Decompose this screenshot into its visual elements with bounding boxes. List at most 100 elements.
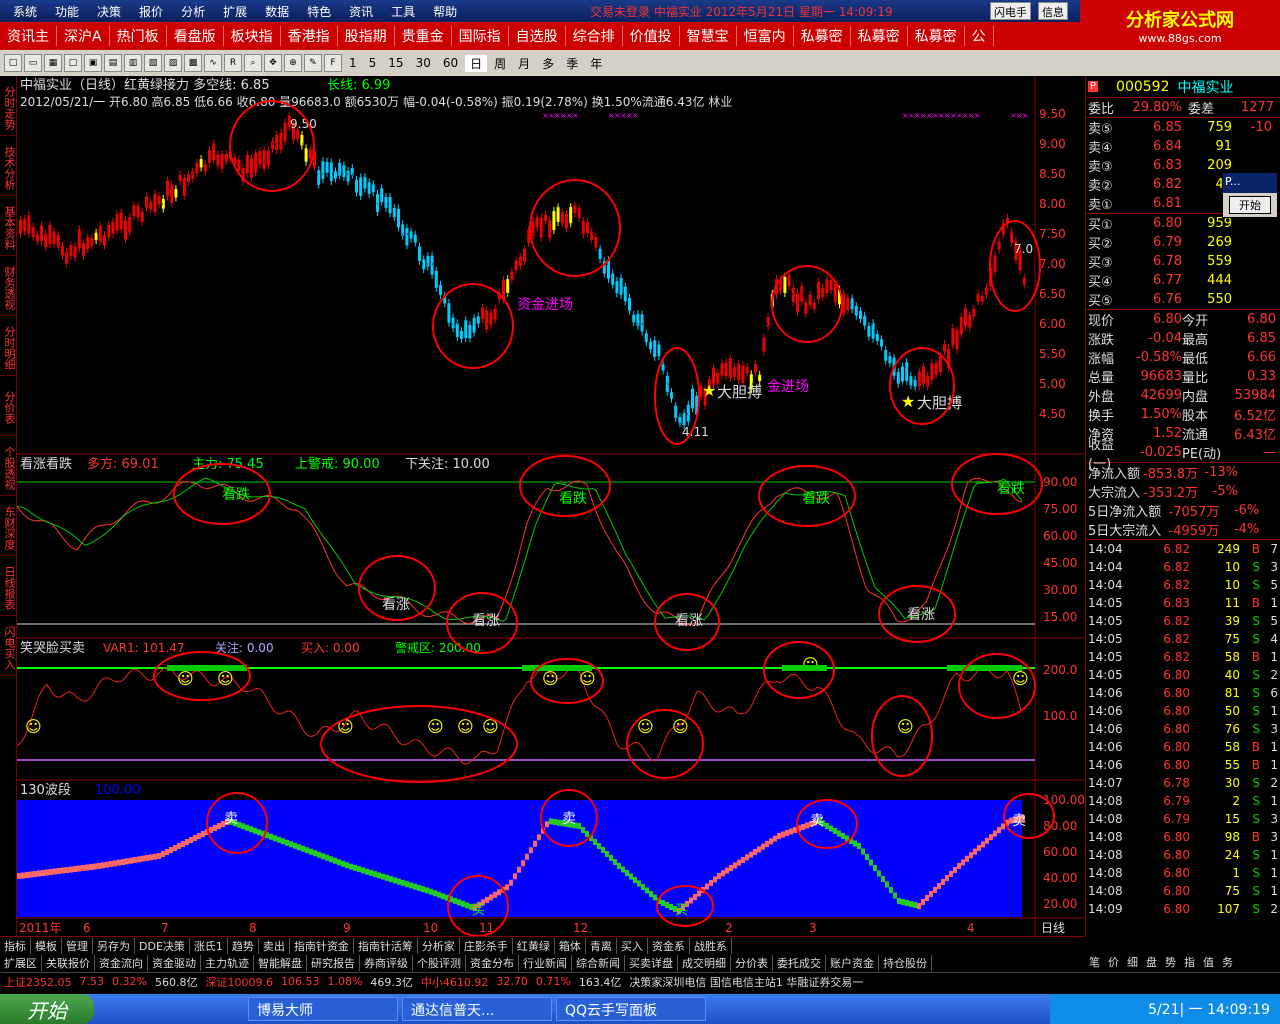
menu-item[interactable]: 工具	[382, 3, 424, 20]
menu-item[interactable]: 功能	[46, 3, 88, 20]
toolbar-icon[interactable]: ▦	[44, 54, 62, 72]
extension-tab[interactable]: 资金驱动	[148, 955, 201, 971]
indicator-tab[interactable]: 模板	[31, 937, 62, 954]
period-tab-day[interactable]: 日	[465, 54, 488, 72]
extension-tab[interactable]: 个股评测	[413, 955, 466, 971]
task-item[interactable]: 通达信普天...	[402, 997, 552, 1021]
left-tab[interactable]: 技术分析	[0, 136, 17, 196]
period-tab[interactable]: 1	[344, 56, 362, 70]
left-tab[interactable]: 闪电买入	[0, 616, 17, 676]
indicator-tab[interactable]: 红黄绿	[513, 937, 555, 954]
f5-icon[interactable]: F	[324, 54, 342, 72]
left-tab[interactable]: 财务透视	[0, 256, 17, 316]
indicator-tab[interactable]: 分析家	[418, 937, 460, 954]
nav-item[interactable]: 公	[965, 26, 994, 46]
extension-tab[interactable]: 成交明细	[678, 955, 731, 971]
start-button-taskbar[interactable]: 开始	[0, 994, 94, 1024]
indicator-tab[interactable]: 涨氏1	[190, 937, 228, 954]
extension-tab[interactable]: 主力轨迹	[201, 955, 254, 971]
left-tab[interactable]: 东财深度	[0, 496, 17, 556]
toolbar-icon[interactable]: ▧	[144, 54, 162, 72]
nav-item[interactable]: 资讯主	[0, 26, 57, 46]
nav-item[interactable]: 国际指	[452, 26, 509, 46]
indicator-tab[interactable]: 指南针资金	[290, 937, 354, 954]
left-tab[interactable]: 分时走势	[0, 76, 17, 136]
toolbar-icon[interactable]: ▭	[24, 54, 42, 72]
extension-tab[interactable]: 买卖详盘	[625, 955, 678, 971]
left-tab[interactable]: 日线报表	[0, 556, 17, 616]
move-icon[interactable]: ✥	[264, 54, 282, 72]
toolbar-icon[interactable]: ▨	[164, 54, 182, 72]
period-tab[interactable]: 年	[585, 55, 607, 72]
nav-item[interactable]: 自选股	[509, 26, 566, 46]
right-tab[interactable]: 指	[1180, 954, 1199, 972]
menu-item[interactable]: 帮助	[424, 3, 466, 20]
extension-tab[interactable]: 研究报告	[307, 955, 360, 971]
nav-item[interactable]: 综合排	[566, 26, 623, 46]
nav-item[interactable]: 股指期	[338, 26, 395, 46]
nav-item[interactable]: 私募密	[908, 26, 965, 46]
menu-item[interactable]: 扩展	[214, 3, 256, 20]
right-tab[interactable]: 笔	[1085, 954, 1104, 972]
toolbar-icon[interactable]: ▣	[84, 54, 102, 72]
rsi-icon[interactable]: R	[224, 54, 242, 72]
nav-item[interactable]: 板块指	[224, 26, 281, 46]
menu-item[interactable]: 报价	[130, 3, 172, 20]
period-tab[interactable]: 季	[561, 55, 583, 72]
task-item[interactable]: QQ云手写面板	[556, 997, 706, 1021]
extension-tab[interactable]: 委托成交	[773, 955, 826, 971]
indicator-tab[interactable]: 资金系	[648, 937, 690, 954]
extension-tab[interactable]: 账户资金	[826, 955, 879, 971]
pencil-icon[interactable]: ✎	[304, 54, 322, 72]
flash-button[interactable]: 闪电手	[990, 2, 1031, 20]
toolbar-icon[interactable]: □	[4, 54, 22, 72]
extension-tab[interactable]: 分价表	[731, 955, 773, 971]
period-tab[interactable]: 15	[383, 56, 408, 70]
menu-item[interactable]: 决策	[88, 3, 130, 20]
nav-item[interactable]: 看盘版	[167, 26, 224, 46]
nav-item[interactable]: 私募密	[851, 26, 908, 46]
period-tab[interactable]: 30	[411, 56, 436, 70]
indicator-tab[interactable]: DDE决策	[135, 937, 190, 954]
indicator-tab[interactable]: 箱体	[555, 937, 586, 954]
task-item[interactable]: 博易大师	[248, 997, 398, 1021]
toolbar-icon[interactable]: ▥	[124, 54, 142, 72]
extension-tab[interactable]: 综合新闻	[572, 955, 625, 971]
indicator-tab[interactable]: 指标	[0, 937, 31, 954]
indicator-tab[interactable]: 买入	[617, 937, 648, 954]
right-tab[interactable]: 务	[1218, 954, 1237, 972]
period-tab[interactable]: 月	[513, 55, 535, 72]
left-tab[interactable]: 基本资料	[0, 196, 17, 256]
nav-item[interactable]: 热门板	[110, 26, 167, 46]
indicator-tab[interactable]: 青离	[586, 937, 617, 954]
right-tab[interactable]: 势	[1161, 954, 1180, 972]
toolbar-icon[interactable]: ▤	[104, 54, 122, 72]
period-tab[interactable]: 多	[537, 55, 559, 72]
indicator-tab[interactable]: 战胜系	[690, 937, 732, 954]
nav-item[interactable]: 香港指	[281, 26, 338, 46]
right-tab[interactable]: 值	[1199, 954, 1218, 972]
period-tab[interactable]: 周	[489, 55, 511, 72]
nav-item[interactable]: 深沪A	[57, 26, 110, 46]
nav-item[interactable]: 恒富内	[737, 26, 794, 46]
extension-tab[interactable]: 券商评级	[360, 955, 413, 971]
nav-item[interactable]: 私募密	[794, 26, 851, 46]
left-tab[interactable]: 分价表	[0, 376, 17, 436]
start-button[interactable]: 开始	[1229, 196, 1271, 214]
menu-item[interactable]: 系统	[4, 3, 46, 20]
right-tab[interactable]: 细	[1123, 954, 1142, 972]
zoom-icon[interactable]: ⌕	[244, 54, 262, 72]
extension-tab[interactable]: 持仓股份	[879, 955, 932, 971]
menu-item[interactable]: 特色	[298, 3, 340, 20]
toolbar-icon[interactable]: □	[64, 54, 82, 72]
popup-window[interactable]: P... 开始	[1222, 172, 1278, 218]
extension-tab[interactable]: 智能解盘	[254, 955, 307, 971]
indicator-tab[interactable]: 庄影杀手	[460, 937, 513, 954]
indicator-tab[interactable]: 趋势	[228, 937, 259, 954]
period-tab[interactable]: 60	[438, 56, 463, 70]
menu-item[interactable]: 资讯	[340, 3, 382, 20]
extension-tab[interactable]: 资金流向	[95, 955, 148, 971]
nav-item[interactable]: 价值投	[623, 26, 680, 46]
nav-item[interactable]: 贵重金	[395, 26, 452, 46]
menu-item[interactable]: 数据	[256, 3, 298, 20]
